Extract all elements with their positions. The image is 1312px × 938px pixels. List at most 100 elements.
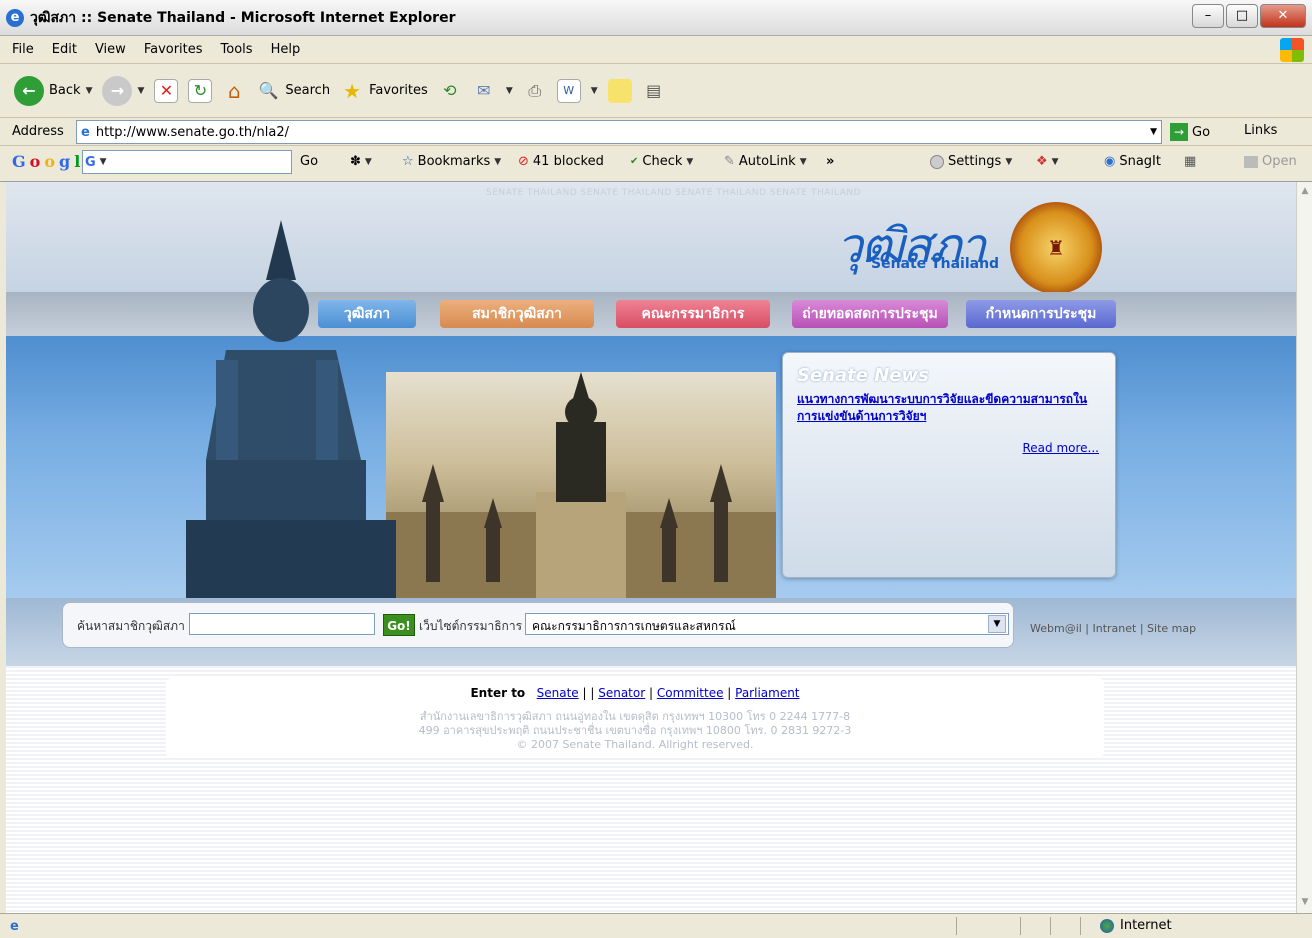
menu-edit[interactable]: Edit	[52, 42, 77, 57]
address-dropdown-icon[interactable]: ▼	[1150, 127, 1157, 137]
enter-senator-link[interactable]: Senator	[598, 686, 645, 700]
nav-meeting-schedule[interactable]: กำหนดการประชุม	[966, 300, 1116, 328]
status-bar: e Internet	[0, 913, 1312, 938]
mail-icon[interactable]: ✉	[472, 79, 496, 103]
news-headline-link[interactable]: แนวทางการพัฒนาระบบการวิจัยและขีดความสามา…	[797, 391, 1097, 425]
senate-news-box: Senate News แนวทางการพัฒนาระบบการวิจัยแล…	[782, 352, 1116, 578]
maximize-button[interactable]: □	[1226, 4, 1258, 28]
minimize-button[interactable]: –	[1192, 4, 1224, 28]
home-icon[interactable]: ⌂	[222, 79, 246, 103]
print-icon[interactable]: ⎙	[523, 79, 547, 103]
back-button[interactable]: ← Back ▼	[14, 75, 92, 106]
edit-word-icon[interactable]: W	[556, 78, 581, 103]
header-watermark: SENATE THAILAND SENATE THAILAND SENATE T…	[486, 188, 862, 198]
folder-icon	[1244, 155, 1258, 168]
monument-image	[386, 372, 776, 598]
menu-favorites[interactable]: Favorites	[144, 42, 203, 57]
star-icon: ★	[343, 78, 362, 103]
forward-button[interactable]: → ▼	[102, 75, 144, 106]
back-arrow-icon: ←	[14, 75, 44, 106]
close-button[interactable]: ✕	[1260, 4, 1306, 28]
nav-senators[interactable]: สมาชิกวุฒิสภา	[440, 300, 594, 328]
bookmarks-button[interactable]: ☆ Bookmarks ▼	[402, 154, 501, 169]
site-logo-subtitle: Senate Thailand	[871, 256, 1000, 272]
google-toolbar: Google G▼ Go ✽ ▼ ☆Bookmarks▼ ⊘41 blocked…	[0, 146, 1312, 182]
open-button[interactable]: Open	[1244, 154, 1297, 169]
title-bar: e วุฒิสภา :: Senate Thailand - Microsoft…	[0, 0, 1312, 36]
committee-site-label: เว็บไซต์กรรมาธิการ	[419, 619, 523, 633]
menu-file[interactable]: File	[12, 42, 34, 57]
page-viewport: SENATE THAILAND SENATE THAILAND SENATE T…	[6, 182, 1296, 913]
research-icon[interactable]: ▤	[642, 79, 666, 103]
snagit-button[interactable]: ◉ SnagIt	[1104, 154, 1161, 169]
vertical-scrollbar[interactable]: ▲ ▼	[1296, 182, 1312, 913]
snagit-icon: ◉	[1104, 154, 1116, 169]
address-input[interactable]: e http://www.senate.go.th/nla2/ ▼	[76, 120, 1162, 144]
check-icon: ✔	[630, 156, 639, 167]
wand-icon: ✎	[724, 154, 735, 169]
utility-links[interactable]: Webm@il | Intranet | Site map	[1030, 622, 1196, 635]
spellcheck-button[interactable]: ✔ Check ▼	[630, 154, 693, 169]
google-options-icon[interactable]: ✽ ▼	[350, 154, 372, 169]
menu-view[interactable]: View	[95, 42, 126, 57]
menu-bar: File Edit View Favorites Tools Help	[0, 36, 1312, 64]
favorites-button[interactable]: ★ Favorites	[340, 79, 428, 103]
nav-senate[interactable]: วุฒิสภา	[318, 300, 416, 328]
page-status-icon: e	[10, 918, 19, 934]
security-zone: Internet	[1100, 918, 1172, 933]
member-search-input[interactable]	[189, 613, 375, 635]
enter-to-links: Enter to Senate | | Senator | Committee …	[470, 686, 800, 700]
site-logo-text: วุฒิสภา	[836, 218, 986, 274]
window-title: วุฒิสภา :: Senate Thailand - Microsoft I…	[30, 9, 456, 26]
committee-select[interactable]: คณะกรรมาธิการการเกษตรและสหกรณ์ ▼	[525, 613, 1009, 635]
search-panel: ค้นหาสมาชิกวุฒิสภา Go! เว็บไซต์กรรมาธิกา…	[62, 602, 1014, 648]
stop-icon[interactable]: ✕	[154, 78, 179, 103]
autolink-button[interactable]: ✎ AutoLink ▼	[724, 154, 807, 169]
go-button[interactable]: → Go	[1170, 123, 1210, 141]
menu-tools[interactable]: Tools	[221, 42, 253, 57]
menu-help[interactable]: Help	[271, 42, 301, 57]
google-search-input[interactable]: G ▼	[82, 150, 292, 174]
read-more-link[interactable]: Read more...	[1023, 441, 1100, 455]
footer-address: สำนักงานเลขาธิการวุฒิสภา ถนนอู่ทองใน เขต…	[418, 710, 852, 751]
scroll-up-icon[interactable]: ▲	[1299, 186, 1311, 198]
address-label: Address	[12, 124, 64, 139]
enter-senate-link[interactable]: Senate	[537, 686, 579, 700]
links-button[interactable]: Links	[1244, 123, 1277, 138]
site-footer: Enter to Senate | | Senator | Committee …	[166, 678, 1104, 758]
translate-icon[interactable]: ❖ ▼	[1036, 154, 1059, 169]
discuss-icon[interactable]	[607, 78, 632, 103]
history-icon[interactable]: ⟲	[438, 79, 462, 103]
settings-button[interactable]: Settings ▼	[930, 154, 1012, 169]
nav-live-broadcast[interactable]: ถ่ายทอดสดการประชุม	[792, 300, 948, 328]
bookmark-star-icon: ☆	[402, 154, 414, 169]
news-title: Senate News	[797, 365, 929, 386]
ie-icon: e	[6, 8, 24, 27]
search-icon: 🔍	[258, 81, 279, 100]
enter-committee-link[interactable]: Committee	[657, 686, 724, 700]
settings-icon	[930, 154, 944, 169]
member-search-go-button[interactable]: Go!	[383, 614, 415, 636]
globe-icon	[1100, 918, 1114, 933]
google-go-button[interactable]: Go	[300, 154, 318, 169]
blocked-icon: ⊘	[518, 154, 529, 169]
forward-arrow-icon: →	[102, 75, 133, 106]
windows-logo-icon	[1280, 38, 1304, 62]
search-button[interactable]: 🔍 Search	[256, 79, 330, 103]
page-icon: e	[81, 124, 90, 140]
standard-toolbar: ← Back ▼ → ▼ ✕ ↻ ⌂ 🔍 Search ★ Favorites ⟲ …	[0, 64, 1312, 118]
more-chevron-icon[interactable]: »	[826, 154, 834, 169]
snagit-capture-icon[interactable]: ▦	[1184, 154, 1196, 169]
scroll-down-icon[interactable]: ▼	[1299, 897, 1311, 909]
nav-committees[interactable]: คณะกรรมาธิการ	[616, 300, 770, 328]
refresh-icon[interactable]: ↻	[188, 78, 213, 103]
parliament-seal-icon: ♜	[1010, 202, 1102, 294]
king-statue-image	[186, 220, 396, 600]
go-arrow-icon: →	[1170, 123, 1188, 141]
enter-parliament-link[interactable]: Parliament	[735, 686, 799, 700]
monument-photo	[386, 372, 776, 598]
member-search-label: ค้นหาสมาชิกวุฒิสภา	[77, 619, 185, 633]
popup-blocker-button[interactable]: ⊘ 41 blocked	[518, 154, 604, 169]
address-bar: Address e http://www.senate.go.th/nla2/ …	[0, 118, 1312, 146]
select-dropdown-icon[interactable]: ▼	[988, 615, 1006, 633]
